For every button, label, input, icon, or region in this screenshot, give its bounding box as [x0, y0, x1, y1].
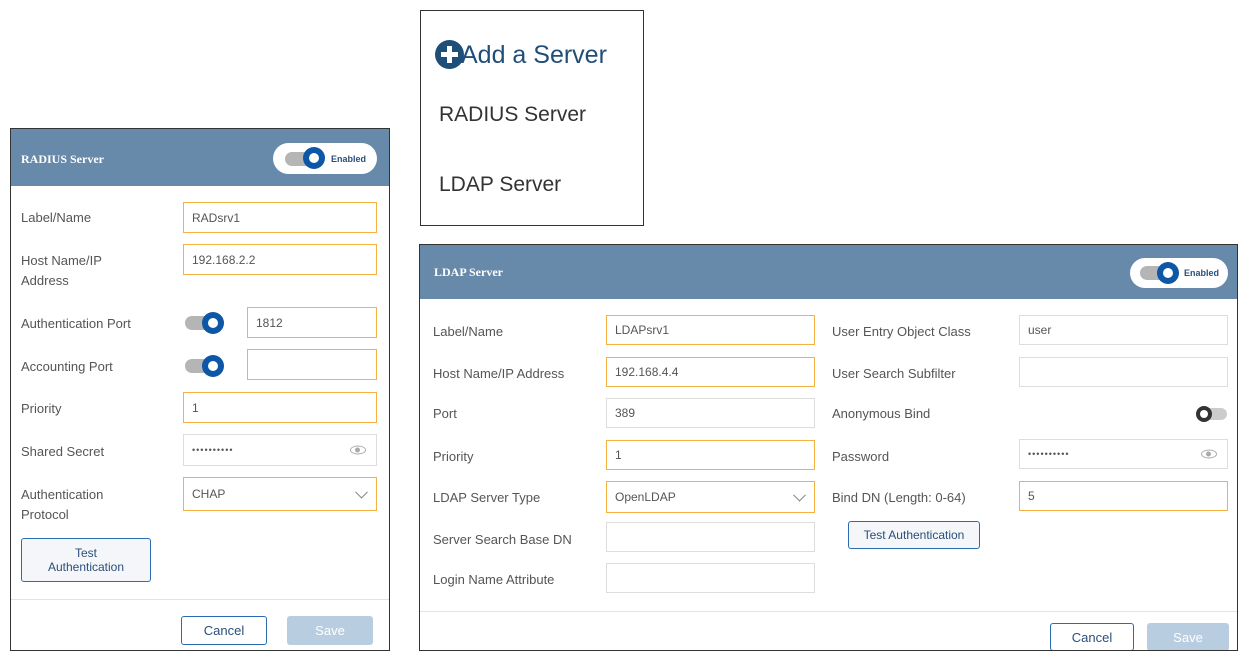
- chevron-down-icon: [355, 485, 368, 499]
- ldap-label-name-input[interactable]: LDAPsrv1: [606, 315, 815, 345]
- auth-port-toggle-knob: [202, 312, 224, 334]
- ldap-host-label: Host Name/IP Address: [433, 366, 565, 381]
- search-subfilter-input[interactable]: [1019, 357, 1228, 387]
- auth-port-input[interactable]: 1812: [247, 307, 377, 338]
- eye-icon[interactable]: [1201, 449, 1217, 459]
- ldap-server-panel: LDAP Server Enabled Label/Name LDAPsrv1 …: [419, 244, 1238, 651]
- ldap-cancel-button[interactable]: Cancel: [1050, 623, 1134, 650]
- footer-divider: [420, 611, 1237, 612]
- radius-panel-title: RADIUS Server: [21, 152, 104, 166]
- object-class-label: User Entry Object Class: [832, 324, 971, 339]
- plus-circle-icon[interactable]: [435, 40, 464, 69]
- acct-port-input[interactable]: [247, 349, 377, 380]
- password-label: Password: [832, 449, 890, 464]
- label-name-input[interactable]: RADsrv1: [183, 202, 377, 233]
- host-input[interactable]: 192.168.2.2: [183, 244, 377, 275]
- ldap-server-type-select[interactable]: OpenLDAP: [606, 481, 815, 513]
- radius-enabled-label: Enabled: [331, 154, 367, 164]
- priority-label: Priority: [21, 401, 62, 416]
- footer-divider: [11, 599, 389, 600]
- priority-input[interactable]: 1: [183, 392, 377, 423]
- acct-port-label: Accounting Port: [21, 359, 113, 374]
- ldap-login-attr-label: Login Name Attribute: [433, 572, 555, 587]
- ldap-port-label: Port: [433, 406, 457, 421]
- add-server-title[interactable]: Add a Server: [461, 41, 607, 70]
- ldap-priority-label: Priority: [433, 449, 474, 464]
- radius-cancel-button[interactable]: Cancel: [181, 616, 267, 645]
- anonymous-bind-label: Anonymous Bind: [832, 406, 931, 421]
- ldap-enabled-label: Enabled: [1184, 268, 1220, 278]
- object-class-input[interactable]: user: [1019, 315, 1228, 345]
- ldap-host-input[interactable]: 192.168.4.4: [606, 357, 815, 387]
- auth-port-label: Authentication Port: [21, 316, 131, 331]
- ldap-panel-header: LDAP Server Enabled: [420, 245, 1237, 299]
- shared-secret-label: Shared Secret: [21, 444, 105, 459]
- acct-port-toggle-knob: [202, 355, 224, 377]
- ldap-save-button[interactable]: Save: [1147, 623, 1229, 650]
- radius-test-authentication-button[interactable]: Test Authentication: [21, 538, 151, 582]
- bind-dn-input[interactable]: 5: [1019, 481, 1228, 511]
- menu-item-radius-server[interactable]: RADIUS Server: [439, 103, 586, 127]
- search-subfilter-label: User Search Subfilter: [832, 366, 956, 381]
- auth-protocol-value: CHAP: [192, 487, 226, 501]
- menu-item-ldap-server[interactable]: LDAP Server: [439, 173, 561, 197]
- bind-dn-label: Bind DN (Length: 0-64): [832, 490, 966, 505]
- ldap-priority-input[interactable]: 1: [606, 440, 815, 470]
- ldap-label-name-label: Label/Name: [433, 324, 504, 339]
- add-server-menu: Add a Server RADIUS Server LDAP Server: [420, 10, 644, 226]
- radius-save-button[interactable]: Save: [287, 616, 373, 645]
- ldap-server-type-label: LDAP Server Type: [433, 490, 541, 505]
- host-label: Host Name/IP Address: [21, 253, 102, 288]
- ldap-login-attr-input[interactable]: [606, 563, 815, 593]
- toggle-knob: [1157, 262, 1179, 284]
- ldap-base-dn-input[interactable]: [606, 522, 815, 552]
- password-input[interactable]: ••••••••••: [1019, 439, 1228, 469]
- auth-protocol-select[interactable]: CHAP: [183, 477, 377, 511]
- eye-icon[interactable]: [350, 445, 366, 455]
- ldap-test-authentication-button[interactable]: Test Authentication: [848, 521, 980, 549]
- ldap-port-input[interactable]: 389: [606, 398, 815, 428]
- shared-secret-value: ••••••••••: [192, 445, 234, 455]
- chevron-down-icon: [793, 488, 806, 502]
- radius-enabled-toggle[interactable]: Enabled: [273, 143, 377, 174]
- toggle-knob: [303, 147, 325, 169]
- shared-secret-input[interactable]: ••••••••••: [183, 434, 377, 466]
- label-name-label: Label/Name: [21, 210, 92, 225]
- ldap-panel-title: LDAP Server: [434, 265, 503, 279]
- radius-server-panel: RADIUS Server Enabled Label/Name RADsrv1…: [10, 128, 390, 651]
- anonymous-bind-toggle-knob: [1196, 406, 1212, 422]
- auth-protocol-label: Authentication Protocol: [21, 487, 104, 522]
- ldap-base-dn-label: Server Search Base DN: [433, 532, 572, 547]
- password-value: ••••••••••: [1028, 449, 1070, 459]
- ldap-enabled-toggle[interactable]: Enabled: [1130, 258, 1228, 288]
- ldap-server-type-value: OpenLDAP: [615, 490, 676, 504]
- radius-panel-header: RADIUS Server Enabled: [11, 129, 389, 186]
